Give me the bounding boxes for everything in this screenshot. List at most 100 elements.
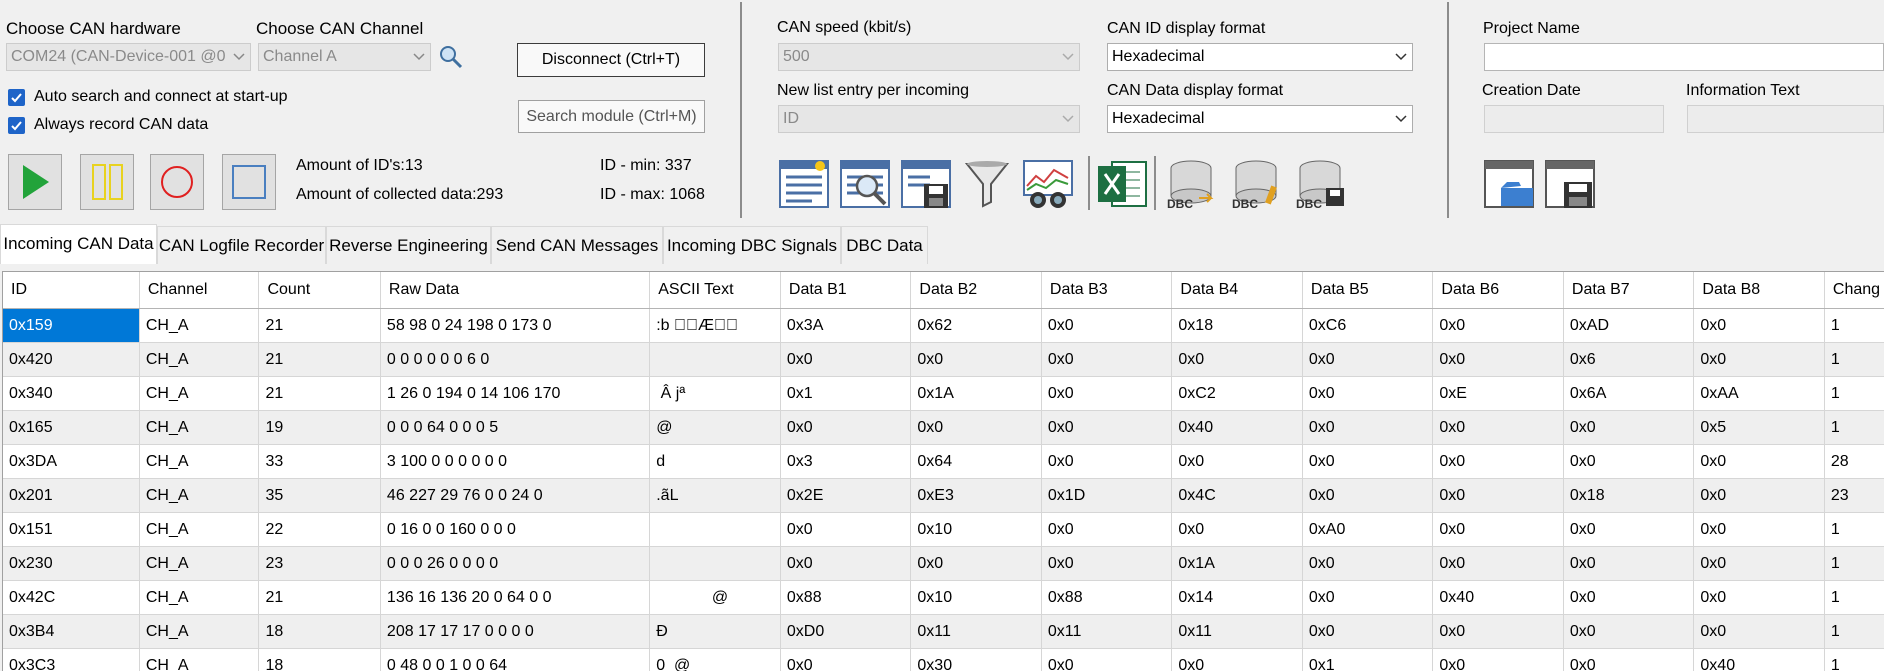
- table-cell[interactable]: 0x2E: [780, 479, 911, 513]
- table-cell[interactable]: 0x88: [1041, 581, 1172, 615]
- column-header[interactable]: Raw Data: [380, 272, 649, 309]
- table-cell[interactable]: 0x0: [1433, 547, 1564, 581]
- information-text-field[interactable]: [1687, 105, 1884, 133]
- table-cell[interactable]: 0x42C: [3, 581, 139, 615]
- table-cell[interactable]: 0x4C: [1172, 479, 1303, 513]
- table-cell[interactable]: 1: [1824, 615, 1884, 649]
- table-cell[interactable]: 0x0: [1433, 445, 1564, 479]
- table-cell[interactable]: 21: [259, 309, 380, 343]
- table-cell[interactable]: 0x0: [911, 547, 1042, 581]
- table-cell[interactable]: 0x151: [3, 513, 139, 547]
- table-cell[interactable]: 0x0: [1694, 581, 1825, 615]
- table-cell[interactable]: 0xE3: [911, 479, 1042, 513]
- table-cell[interactable]: 0x0: [1694, 309, 1825, 343]
- table-cell[interactable]: 0x0: [780, 649, 911, 671]
- table-cell[interactable]: 0x3DA: [3, 445, 139, 479]
- table-cell[interactable]: 33: [259, 445, 380, 479]
- table-cell[interactable]: CH_A: [139, 343, 259, 377]
- column-header[interactable]: Data B2: [911, 272, 1042, 309]
- data-format-select[interactable]: Hexadecimal: [1107, 105, 1413, 133]
- table-cell[interactable]: 0 48 0 0 1 0 0 64: [380, 649, 649, 671]
- table-cell[interactable]: 0x1D: [1041, 479, 1172, 513]
- table-cell[interactable]: 0x0: [1433, 479, 1564, 513]
- table-cell[interactable]: 0x0: [1563, 581, 1694, 615]
- table-cell[interactable]: CH_A: [139, 445, 259, 479]
- table-cell[interactable]: 0x340: [3, 377, 139, 411]
- column-header[interactable]: Chang: [1824, 272, 1884, 309]
- table-cell[interactable]: 0x0: [1563, 513, 1694, 547]
- search-module-button[interactable]: Search module (Ctrl+M): [518, 100, 705, 133]
- table-cell[interactable]: 0x0: [780, 513, 911, 547]
- table-cell[interactable]: 0x0: [1302, 547, 1433, 581]
- table-cell[interactable]: 0x0: [1563, 411, 1694, 445]
- table-cell[interactable]: : [650, 343, 781, 377]
- creation-date-field[interactable]: [1484, 105, 1664, 133]
- hardware-select[interactable]: COM24 (CAN-Device-001 @0: [6, 43, 251, 71]
- table-cell[interactable]: 0x30: [911, 649, 1042, 671]
- table-cell[interactable]: 0x40: [1433, 581, 1564, 615]
- table-cell[interactable]: 0x0: [1694, 615, 1825, 649]
- channel-select[interactable]: Channel A: [258, 43, 431, 71]
- can-data-grid[interactable]: IDChannelCountRaw DataASCII TextData B1D…: [2, 271, 1884, 671]
- column-header[interactable]: Data B5: [1302, 272, 1433, 309]
- table-cell[interactable]: 0x88: [780, 581, 911, 615]
- table-cell[interactable]: 0x0: [1302, 343, 1433, 377]
- pause-button[interactable]: [80, 154, 134, 210]
- table-cell[interactable]: 1: [1824, 343, 1884, 377]
- table-cell[interactable]: 0x0: [1041, 445, 1172, 479]
- disconnect-button[interactable]: Disconnect (Ctrl+T): [517, 43, 705, 77]
- table-cell[interactable]: 0x0: [1563, 445, 1694, 479]
- always-record-checkbox[interactable]: [8, 117, 25, 134]
- tab-reverse-engineering[interactable]: Reverse Engineering: [326, 226, 491, 264]
- table-cell[interactable]: :b  Æ ­ : [650, 309, 781, 343]
- table-cell[interactable]: 0x14: [1172, 581, 1303, 615]
- table-cell[interactable]: 0x0: [1433, 649, 1564, 671]
- excel-icon[interactable]: [1096, 158, 1148, 210]
- project-name-field[interactable]: [1484, 43, 1884, 71]
- table-cell[interactable]: 0 0 0 64 0 0 0 5: [380, 411, 649, 445]
- table-cell[interactable]: 0x0: [1302, 445, 1433, 479]
- table-cell[interactable]: : [650, 547, 781, 581]
- table-cell[interactable]: 0x1: [1302, 649, 1433, 671]
- table-cell[interactable]: CH_A: [139, 513, 259, 547]
- list-icon[interactable]: [778, 158, 830, 210]
- table-cell[interactable]: d: [650, 445, 781, 479]
- table-row[interactable]: 0x230CH_A230 0 0 26 0 0 0 0 0x00x00x00x…: [3, 547, 1884, 581]
- table-cell[interactable]: 0xD0: [780, 615, 911, 649]
- tab-send-can-messages[interactable]: Send CAN Messages: [491, 226, 663, 264]
- table-cell[interactable]: 0 0 0 26 0 0 0 0: [380, 547, 649, 581]
- table-cell[interactable]: 23: [1824, 479, 1884, 513]
- column-header[interactable]: Data B4: [1172, 272, 1303, 309]
- table-cell[interactable]: 0x3C3: [3, 649, 139, 671]
- table-cell[interactable]: 0x159: [3, 309, 139, 343]
- table-cell[interactable]: 0x0: [1433, 513, 1564, 547]
- dbc-edit-icon[interactable]: DBC: [1230, 158, 1282, 210]
- table-cell[interactable]: 0x0: [1041, 547, 1172, 581]
- table-cell[interactable]: 1: [1824, 309, 1884, 343]
- table-cell[interactable]: 0x0: [1172, 649, 1303, 671]
- table-cell[interactable]: 0x11: [911, 615, 1042, 649]
- table-cell[interactable]: 0x6: [1563, 343, 1694, 377]
- table-cell[interactable]: 1: [1824, 547, 1884, 581]
- column-header[interactable]: Data B3: [1041, 272, 1172, 309]
- table-cell[interactable]: 3 100 0 0 0 0 0 0: [380, 445, 649, 479]
- table-cell[interactable]: 0x0: [1694, 343, 1825, 377]
- save-project-icon[interactable]: [1544, 158, 1596, 210]
- record-button[interactable]: [150, 154, 204, 210]
- table-cell[interactable]: 28: [1824, 445, 1884, 479]
- table-cell[interactable]: 0x6A: [1563, 377, 1694, 411]
- table-cell[interactable]: CH_A: [139, 479, 259, 513]
- table-cell[interactable]: 0x201: [3, 479, 139, 513]
- table-cell[interactable]:  @: [650, 581, 781, 615]
- table-cell[interactable]: 1: [1824, 649, 1884, 671]
- column-header[interactable]: ID: [3, 272, 139, 309]
- table-cell[interactable]: 22: [259, 513, 380, 547]
- table-cell[interactable]: 0x5: [1694, 411, 1825, 445]
- column-header[interactable]: Count: [259, 272, 380, 309]
- table-cell[interactable]: 0x10: [911, 513, 1042, 547]
- table-cell[interactable]: 1: [1824, 411, 1884, 445]
- table-cell[interactable]: 0x0: [1694, 547, 1825, 581]
- table-cell[interactable]: 0xAA: [1694, 377, 1825, 411]
- table-cell[interactable]: 0x0: [1302, 377, 1433, 411]
- table-row[interactable]: 0x3B4CH_A18208 17 17 17 0 0 0 0Ð0xD00…: [3, 615, 1884, 649]
